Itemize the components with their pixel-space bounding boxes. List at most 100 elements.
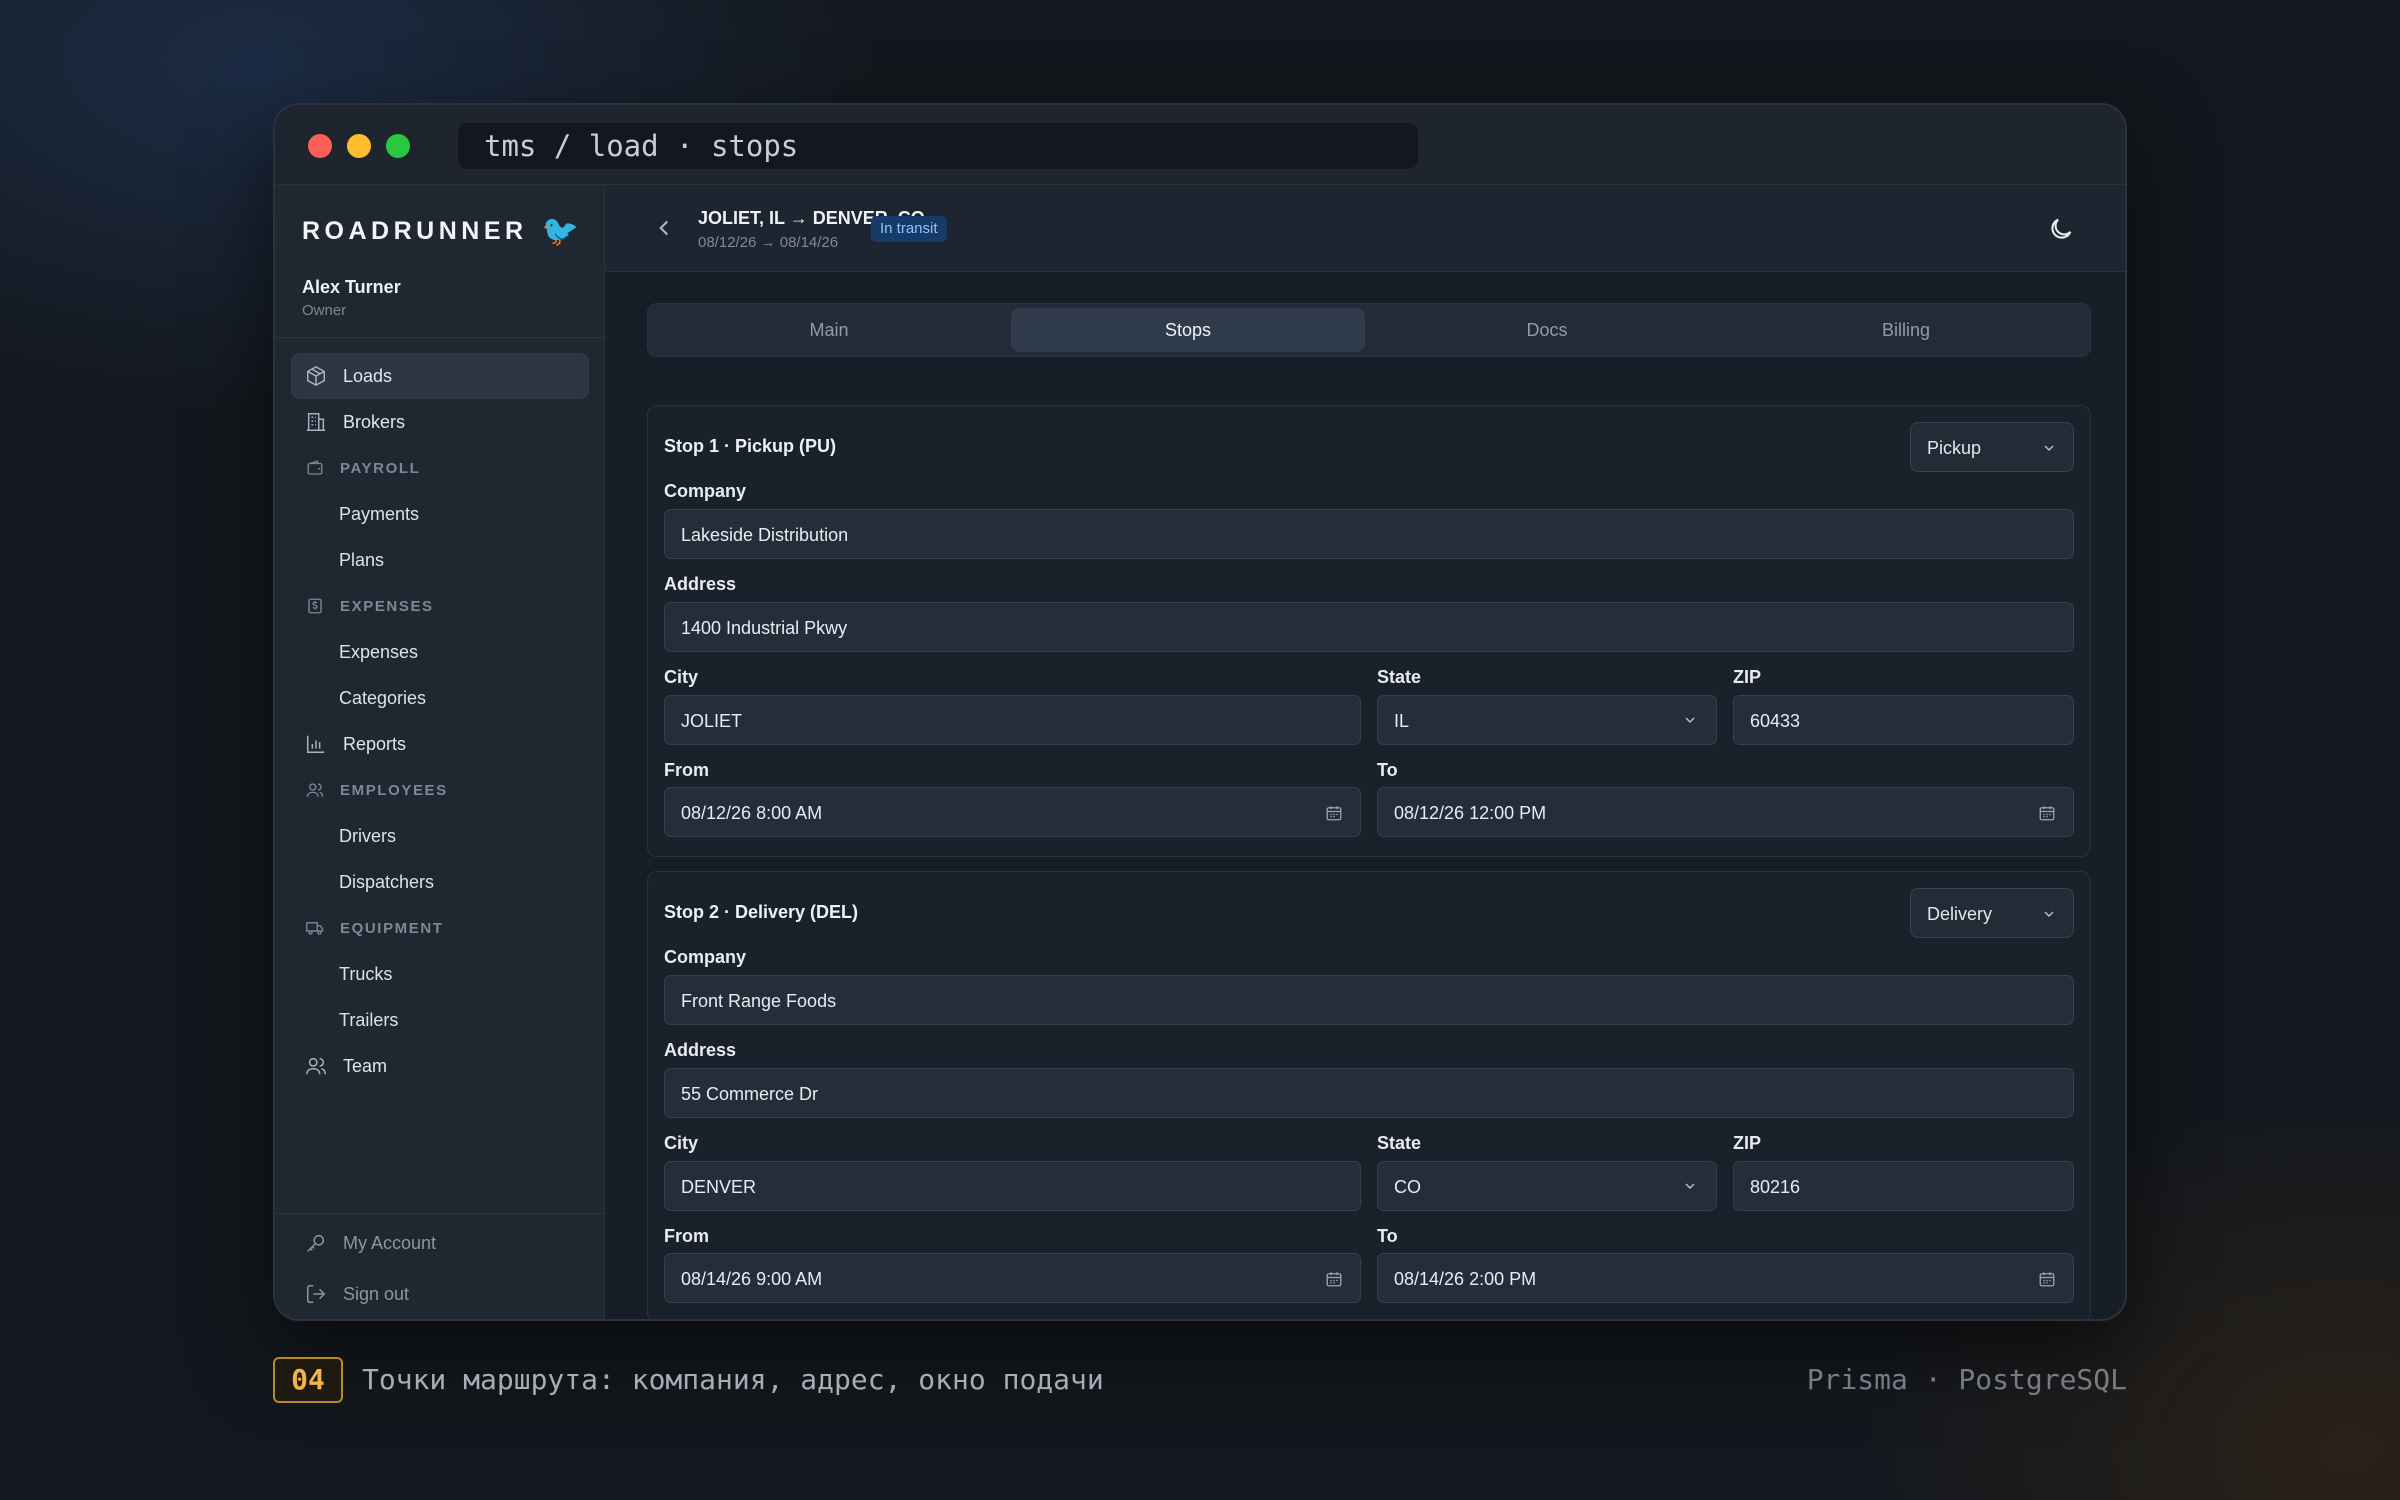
brand-name: ROADRUNNER: [302, 216, 528, 245]
sidebar-item-dispatchers[interactable]: Dispatchers: [291, 859, 589, 905]
sidebar-item-label: Loads: [343, 365, 393, 386]
users-icon: [306, 780, 326, 800]
company-input[interactable]: Front Range Foods: [664, 975, 2074, 1025]
package-icon: [305, 365, 327, 387]
sidebar-divider: [275, 1213, 605, 1214]
from-datetime-input[interactable]: 08/14/26 9:00 AM: [664, 1253, 1361, 1303]
sidebar-item-payments[interactable]: Payments: [291, 491, 589, 537]
user-info: Alex Turner Owner: [302, 277, 401, 319]
sidebar-item-expenses[interactable]: Expenses: [291, 629, 589, 675]
sidebar: ROADRUNNER 🐦 Alex Turner Owner Loads Bro…: [275, 185, 605, 1319]
sidebar-item-label: My Account: [343, 1232, 437, 1253]
section-label: PAYROLL: [340, 459, 421, 477]
calendar-icon[interactable]: [1325, 1270, 1343, 1288]
from-label: From: [664, 1226, 709, 1246]
sidebar-item-trucks[interactable]: Trucks: [291, 951, 589, 997]
to-datetime-input[interactable]: 08/12/26 12:00 PM: [1377, 787, 2074, 837]
sidebar-item-team[interactable]: Team: [291, 1043, 589, 1089]
sidebar-item-label: Sign out: [343, 1283, 410, 1304]
state-select[interactable]: IL: [1377, 695, 1717, 745]
city-label: City: [664, 1133, 699, 1153]
tab-billing[interactable]: Billing: [1729, 308, 2083, 352]
calendar-icon[interactable]: [2038, 1270, 2056, 1288]
tab-docs[interactable]: Docs: [1370, 308, 1724, 352]
city-label: City: [664, 667, 699, 687]
brand: ROADRUNNER 🐦: [302, 211, 579, 251]
sidebar-item-categories[interactable]: Categories: [291, 675, 589, 721]
to-value: 08/12/26 12:00 PM: [1394, 803, 1547, 823]
city-input[interactable]: JOLIET: [664, 695, 1361, 745]
chevron-down-icon: [2044, 445, 2054, 452]
sidebar-section-employees: EMPLOYEES: [291, 767, 589, 813]
sidebar-item-plans[interactable]: Plans: [291, 537, 589, 583]
main-content: JOLIET, IL → DENVER, CO 08/12/26 → 08/14…: [605, 185, 2125, 1319]
user-role: Owner: [302, 302, 347, 319]
sidebar-divider: [275, 337, 605, 338]
close-window-button[interactable]: [308, 134, 332, 158]
address-input[interactable]: 1400 Industrial Pkwy: [664, 602, 2074, 652]
company-input[interactable]: Lakeside Distribution: [664, 509, 2074, 559]
sidebar-section-equipment: EQUIPMENT: [291, 905, 589, 951]
stop-type-select[interactable]: Delivery: [1910, 888, 2074, 938]
theme-toggle-button[interactable]: [2047, 215, 2075, 243]
address-label: Address: [664, 1040, 737, 1060]
state-value: CO: [1394, 1177, 1421, 1197]
address-label: Address: [664, 574, 737, 594]
tab-main[interactable]: Main: [652, 308, 1006, 352]
bar-chart-icon: [305, 733, 327, 755]
from-datetime-input[interactable]: 08/12/26 8:00 AM: [664, 787, 1361, 837]
calendar-icon[interactable]: [1325, 804, 1343, 822]
sidebar-item-label: Brokers: [343, 411, 406, 432]
company-label: Company: [664, 481, 747, 501]
status-badge: In transit: [871, 216, 947, 242]
sidebar-item-sign-out[interactable]: Sign out: [291, 1271, 589, 1317]
section-label: EMPLOYEES: [340, 781, 448, 799]
calendar-icon[interactable]: [2038, 804, 2056, 822]
sidebar-item-my-account[interactable]: My Account: [291, 1220, 589, 1266]
building-icon: [305, 411, 327, 433]
receipt-dollar-icon: [306, 596, 326, 616]
roadrunner-logo-icon: 🐦: [541, 214, 579, 248]
zip-input[interactable]: 60433: [1733, 695, 2074, 745]
stop-type-select[interactable]: Pickup: [1910, 422, 2074, 472]
wallet-icon: [306, 458, 326, 478]
state-value: IL: [1394, 711, 1410, 731]
moon-icon: [2051, 218, 2072, 239]
from-value: 08/12/26 8:00 AM: [681, 803, 823, 823]
maximize-window-button[interactable]: [386, 134, 410, 158]
sidebar-bottom: My Account Sign out: [291, 1220, 589, 1317]
sidebar-item-drivers[interactable]: Drivers: [291, 813, 589, 859]
from-value: 08/14/26 9:00 AM: [681, 1269, 823, 1289]
user-name: Alex Turner: [302, 277, 401, 297]
window-path: tms / load · stops: [458, 123, 1418, 169]
stop-type-value: Delivery: [1927, 904, 1993, 924]
app-window: tms / load · stops ROADRUNNER 🐦 Alex Tur…: [273, 103, 2127, 1321]
stop-card: Stop 2 · Delivery (DEL) Delivery Company…: [647, 871, 2091, 1319]
stop-title: Stop 2 · Delivery (DEL): [664, 902, 859, 922]
section-label: EQUIPMENT: [340, 919, 444, 937]
sidebar-item-loads[interactable]: Loads: [291, 353, 589, 399]
sidebar-section-expenses: EXPENSES: [291, 583, 589, 629]
sidebar-nav: Loads Brokers PAYROLL Payments Plans EXP…: [291, 353, 589, 1089]
back-button[interactable]: [651, 215, 677, 241]
state-select[interactable]: CO: [1377, 1161, 1717, 1211]
truck-icon: [306, 918, 326, 938]
from-label: From: [664, 760, 709, 780]
sidebar-item-trailers[interactable]: Trailers: [291, 997, 589, 1043]
tab-stops[interactable]: Stops: [1011, 308, 1365, 352]
title-bar: tms / load · stops: [275, 105, 2125, 185]
to-datetime-input[interactable]: 08/14/26 2:00 PM: [1377, 1253, 2074, 1303]
sidebar-item-brokers[interactable]: Brokers: [291, 399, 589, 445]
sidebar-item-reports[interactable]: Reports: [291, 721, 589, 767]
to-label: To: [1377, 760, 1398, 780]
zip-label: ZIP: [1733, 1133, 1762, 1153]
city-input[interactable]: DENVER: [664, 1161, 1361, 1211]
minimize-window-button[interactable]: [347, 134, 371, 158]
sidebar-item-label: Reports: [343, 733, 407, 754]
slide-caption: Точки маршрута: компания, адрес, окно по…: [362, 1363, 1104, 1396]
address-input[interactable]: 55 Commerce Dr: [664, 1068, 2074, 1118]
stop-title: Stop 1 · Pickup (PU): [664, 436, 837, 456]
zip-input[interactable]: 80216: [1733, 1161, 2074, 1211]
to-value: 08/14/26 2:00 PM: [1394, 1269, 1537, 1289]
chevron-left-icon: [659, 220, 669, 236]
